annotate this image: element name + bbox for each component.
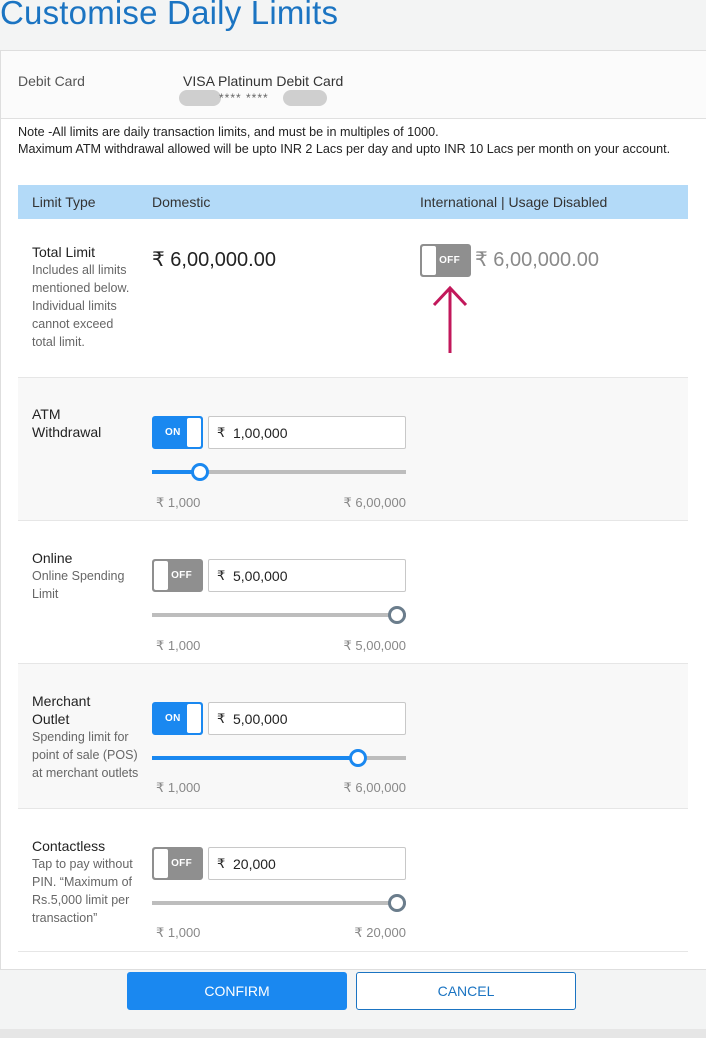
limit-name: Total Limit xyxy=(32,244,96,260)
header-international: International | Usage Disabled xyxy=(420,194,608,210)
limit-description: Online Spending Limit xyxy=(32,569,125,601)
note-line-1: Note -All limits are daily transaction l… xyxy=(18,125,439,139)
international-total-amount: ₹ 6,00,000.00 xyxy=(475,249,599,271)
limit-description: Tap to pay without PIN. “Maximum of Rs.5… xyxy=(32,857,133,925)
merchant-toggle[interactable]: ON xyxy=(152,702,203,735)
total-limit-row: Total Limit Includes all limits mentione… xyxy=(18,219,688,378)
slider-thumb[interactable] xyxy=(349,749,367,767)
limits-panel: Debit Card VISA Platinum Debit Card ****… xyxy=(0,50,706,970)
toggle-state: ON xyxy=(165,713,181,724)
cancel-button[interactable]: CANCEL xyxy=(356,972,576,1010)
online-amount-input[interactable]: ₹ 5,00,000 xyxy=(208,559,406,592)
slider-max: ₹ 5,00,000 xyxy=(343,638,407,653)
limit-description: Includes all limits mentioned below. Ind… xyxy=(32,263,130,349)
limit-row-merchant: Merchant Outlet Spending limit for point… xyxy=(18,664,688,809)
limit-name: Online xyxy=(32,550,73,566)
merchant-limit-slider[interactable] xyxy=(152,749,406,767)
masked-redaction xyxy=(179,90,221,106)
limit-row-contactless: Contactless Tap to pay without PIN. “Max… xyxy=(18,809,688,952)
amount-value: 1,00,000 xyxy=(233,425,288,441)
amount-value: 20,000 xyxy=(233,856,276,872)
slider-fill xyxy=(152,901,397,905)
limit-name: Contactless xyxy=(32,838,106,854)
atm-limit-slider[interactable] xyxy=(152,463,406,481)
amount-value: 5,00,000 xyxy=(233,711,288,727)
slider-thumb[interactable] xyxy=(388,894,406,912)
limit-row-atm: ATM Withdrawal ON ₹ 1,00,000 ₹ 1,000 ₹ 6… xyxy=(18,378,688,521)
contactless-limit-slider[interactable] xyxy=(152,894,406,912)
slider-min: ₹ 1,000 xyxy=(156,638,201,653)
toggle-state: OFF xyxy=(171,858,192,869)
international-toggle[interactable]: OFF xyxy=(420,244,471,277)
toggle-knob xyxy=(422,246,436,275)
slider-min: ₹ 1,000 xyxy=(156,495,201,510)
toggle-knob xyxy=(187,704,201,733)
merchant-amount-input[interactable]: ₹ 5,00,000 xyxy=(208,702,406,735)
header-limit-type: Limit Type xyxy=(32,194,96,210)
card-type-label: Debit Card xyxy=(18,73,85,89)
slider-fill xyxy=(152,756,358,760)
slider-fill xyxy=(152,613,397,617)
rupee-icon: ₹ xyxy=(217,568,226,583)
footer-divider xyxy=(0,1029,706,1038)
toggle-state: OFF xyxy=(171,570,192,581)
rupee-icon: ₹ xyxy=(217,711,226,726)
rupee-icon: ₹ xyxy=(217,425,226,440)
slider-min: ₹ 1,000 xyxy=(156,780,201,795)
atm-amount-input[interactable]: ₹ 1,00,000 xyxy=(208,416,406,449)
card-name: VISA Platinum Debit Card xyxy=(183,73,344,89)
limit-row-online: Online Online Spending Limit OFF ₹ 5,00,… xyxy=(18,521,688,664)
toggle-knob xyxy=(187,418,201,447)
contactless-toggle[interactable]: OFF xyxy=(152,847,203,880)
slider-max: ₹ 6,00,000 xyxy=(343,495,407,510)
toggle-knob xyxy=(154,561,168,590)
limits-note: Note -All limits are daily transaction l… xyxy=(18,124,688,158)
amount-value: 5,00,000 xyxy=(233,568,288,584)
contactless-amount-input[interactable]: ₹ 20,000 xyxy=(208,847,406,880)
slider-min: ₹ 1,000 xyxy=(156,925,201,940)
slider-max: ₹ 20,000 xyxy=(354,925,406,940)
limit-name: ATM Withdrawal xyxy=(32,406,102,440)
online-limit-slider[interactable] xyxy=(152,606,406,624)
atm-toggle[interactable]: ON xyxy=(152,416,203,449)
rupee-icon: ₹ xyxy=(217,856,226,871)
header-domestic: Domestic xyxy=(152,194,211,210)
masked-redaction xyxy=(283,90,327,106)
slider-thumb[interactable] xyxy=(388,606,406,624)
domestic-total-amount: ₹ 6,00,000.00 xyxy=(152,249,276,271)
toggle-knob xyxy=(154,849,168,878)
slider-thumb[interactable] xyxy=(191,463,209,481)
confirm-button[interactable]: CONFIRM xyxy=(127,972,347,1010)
toggle-state: ON xyxy=(165,427,181,438)
arrow-up-icon xyxy=(432,285,468,353)
card-number: **** **** xyxy=(219,91,269,105)
card-info-row: Debit Card VISA Platinum Debit Card ****… xyxy=(1,51,706,119)
limits-table-header: Limit Type Domestic International | Usag… xyxy=(18,185,688,219)
page-title: Customise Daily Limits xyxy=(0,0,339,31)
online-toggle[interactable]: OFF xyxy=(152,559,203,592)
slider-max: ₹ 6,00,000 xyxy=(343,780,407,795)
toggle-state: OFF xyxy=(439,255,460,266)
limit-description: Spending limit for point of sale (POS) a… xyxy=(32,730,139,780)
note-line-2: Maximum ATM withdrawal allowed will be u… xyxy=(18,142,671,156)
limit-name: Merchant Outlet xyxy=(32,693,91,727)
